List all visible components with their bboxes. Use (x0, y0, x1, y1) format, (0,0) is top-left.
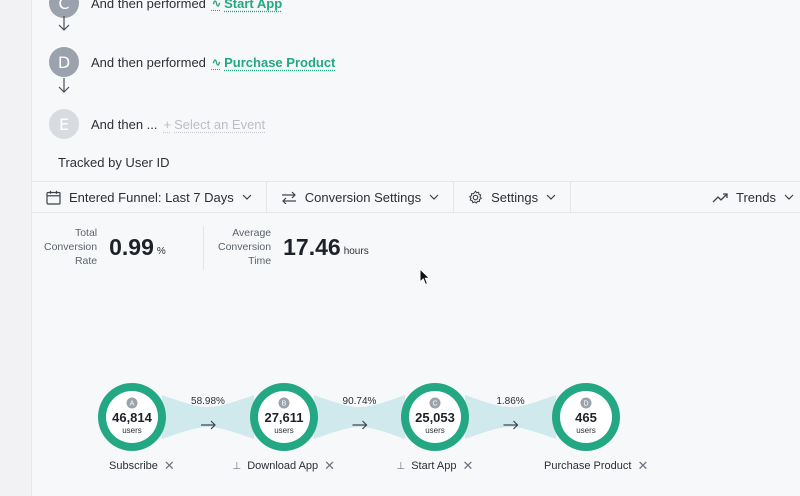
event-pulse-icon: ∿ (211, 0, 222, 10)
total-conversion-rate-value: 0.99 (109, 233, 154, 260)
stat-label-line: Conversion (218, 241, 272, 253)
funnel-step-e: E And then ... + Select an Event (49, 109, 265, 139)
funnel-node-label: Purchase Product ✕ (544, 458, 648, 474)
funnel-node-letter: A (130, 401, 135, 408)
funnel-node-name: Subscribe (109, 460, 158, 472)
chevron-down-icon (429, 194, 439, 200)
conversion-settings-dropdown[interactable]: Conversion Settings (267, 182, 455, 212)
remove-step-icon[interactable]: ✕ (462, 458, 473, 474)
total-conversion-rate-unit: % (156, 245, 166, 257)
gear-icon (469, 190, 482, 204)
conversion-rate-label: 58.98% (191, 396, 225, 407)
funnel-node-label: Subscribe ✕ (109, 458, 175, 474)
funnel-node-count: 25,053 (415, 410, 455, 425)
funnel-node-count: 465 (575, 410, 597, 425)
trends-label: Trends (736, 189, 776, 205)
funnel-node-name: Purchase Product (544, 460, 632, 472)
funnel-node-count: 27,611 (264, 410, 303, 425)
pin-icon[interactable]: ⊥ (233, 461, 242, 472)
funnel-node-users: users (122, 426, 142, 435)
step-c-event-label: Start App (224, 0, 283, 11)
funnel-report-panel: C And then performed ∿ Start App D And t… (32, 0, 800, 496)
mouse-cursor-icon (419, 268, 431, 286)
chevron-down-icon (242, 194, 252, 200)
funnel-node-name: Start App (411, 460, 457, 472)
select-event-label: Select an Event (174, 116, 266, 132)
stat-label-line: Conversion (44, 241, 98, 253)
funnel-node-label: ⊥ Download App ✕ (233, 458, 336, 474)
step-d-text: And then performed (91, 54, 206, 70)
funnel-node-letter: D (583, 401, 588, 408)
settings-dropdown[interactable]: Settings (454, 182, 572, 212)
remove-step-icon[interactable]: ✕ (637, 458, 648, 474)
settings-label: Settings (491, 189, 539, 205)
funnel-node-count: 46,814 (112, 410, 153, 425)
step-d-event-label: Purchase Product (224, 54, 336, 70)
funnel-visualization: 58.98% 90.74% 1.86% A 46,814 users B 27,611 user… (32, 360, 800, 490)
summary-stats: Total Conversion Rate 0.99 % Average Con… (32, 214, 800, 274)
calendar-icon (46, 190, 61, 205)
select-event-link[interactable]: + Select an Event (164, 117, 266, 132)
step-arrow-down-icon (58, 16, 70, 31)
average-conversion-time-stat: Average Conversion Time 17.46 hours (218, 226, 369, 268)
stat-label-line: Average (232, 227, 272, 239)
date-range-label: Entered Funnel: Last 7 Days (69, 189, 234, 205)
step-d-event-link[interactable]: ∿ Purchase Product (212, 55, 335, 70)
stat-label-line: Total (74, 227, 98, 239)
trends-dropdown[interactable]: Trends (698, 182, 800, 212)
date-range-dropdown[interactable]: Entered Funnel: Last 7 Days (32, 182, 267, 212)
remove-step-icon[interactable]: ✕ (324, 458, 335, 474)
step-arrow-down-icon (58, 78, 70, 93)
average-conversion-time-value: 17.46 (283, 233, 341, 260)
trending-up-icon (712, 192, 728, 202)
step-e-text: And then ... (91, 116, 158, 132)
event-pulse-icon: ∿ (211, 56, 222, 69)
funnel-node-users: users (576, 426, 596, 435)
tracked-by-label: Tracked by User ID (58, 155, 170, 170)
funnel-node-label: ⊥ Start App ✕ (397, 458, 474, 474)
report-toolbar: Entered Funnel: Last 7 Days Conversion S… (32, 181, 800, 213)
funnel-steps: C And then performed ∿ Start App D And t… (32, 0, 800, 180)
conversion-rate-label: 90.74% (343, 396, 377, 407)
stat-label-line: Time (248, 255, 272, 267)
step-badge-d: D (49, 47, 79, 77)
funnel-node-users: users (425, 426, 445, 435)
funnel-node-letter: B (282, 401, 287, 408)
stat-divider (203, 226, 204, 270)
conversion-settings-label: Conversion Settings (304, 189, 422, 205)
add-icon: + (163, 116, 172, 132)
funnel-node-users: users (274, 426, 294, 435)
step-badge-e: E (49, 109, 79, 139)
funnel-step-d: D And then performed ∿ Purchase Product (49, 47, 335, 77)
step-c-event-link[interactable]: ∿ Start App (212, 0, 282, 11)
total-conversion-rate-stat: Total Conversion Rate 0.99 % (44, 226, 166, 268)
chevron-down-icon (546, 194, 556, 200)
swap-arrows-icon (281, 191, 296, 204)
conversion-rate-label: 1.86% (496, 396, 524, 407)
chevron-down-icon (784, 194, 794, 200)
funnel-node-name: Download App (247, 460, 319, 472)
pin-icon[interactable]: ⊥ (397, 461, 406, 472)
left-rail (0, 0, 32, 496)
total-conversion-rate-label: Total Conversion Rate (44, 226, 97, 268)
average-conversion-time-unit: hours (343, 245, 369, 257)
funnel-node-letter: C (432, 401, 437, 408)
average-conversion-time-label: Average Conversion Time (218, 226, 271, 268)
remove-step-icon[interactable]: ✕ (164, 458, 175, 474)
step-c-text: And then performed (91, 0, 206, 11)
funnel-step-c: C And then performed ∿ Start App (49, 0, 282, 18)
stat-label-line: Rate (74, 255, 98, 267)
